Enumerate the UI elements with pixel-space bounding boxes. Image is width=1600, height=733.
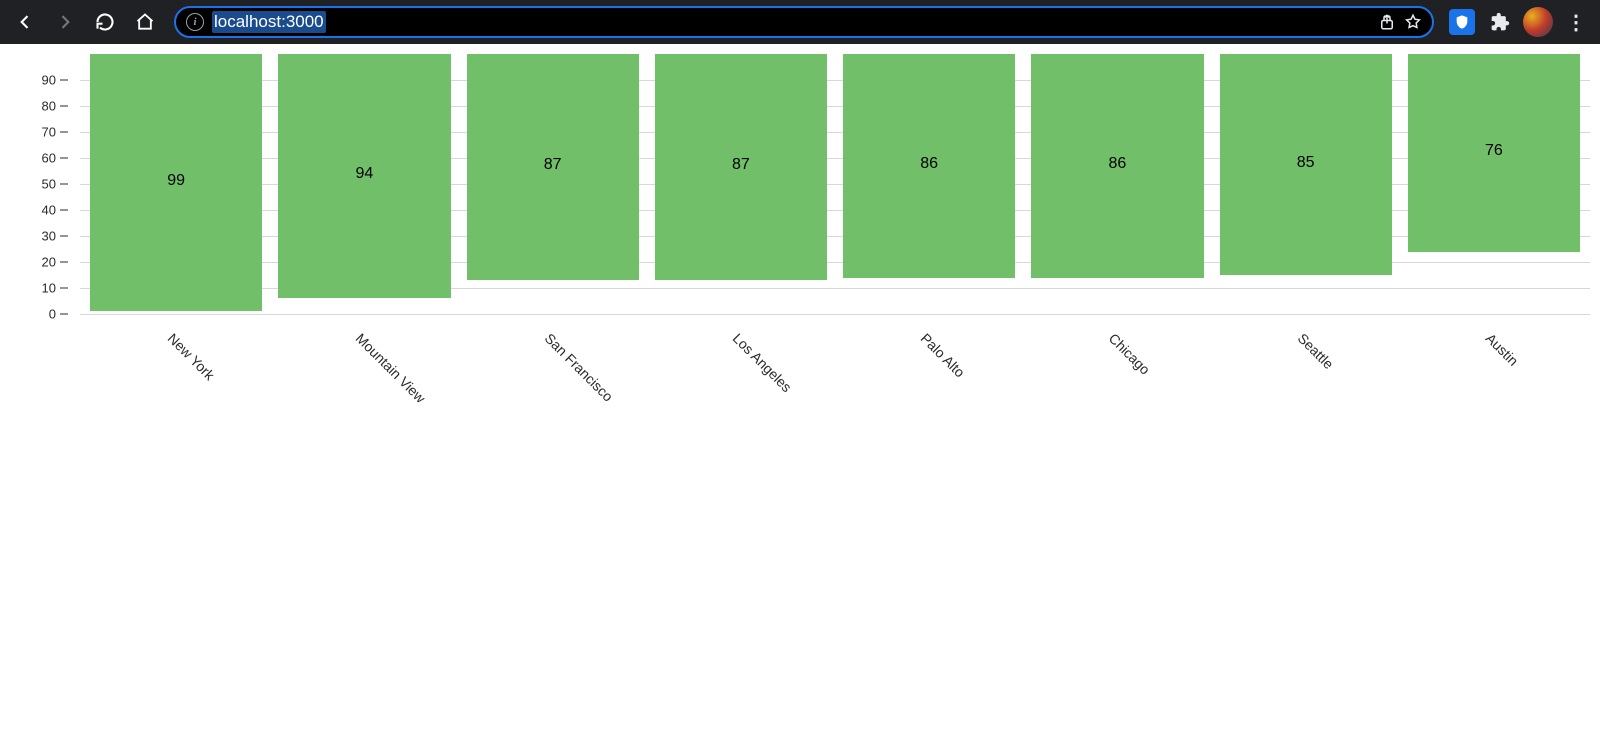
y-tick-label: 90 [42, 73, 56, 88]
bars-container: 99 94 87 87 86 86 85 76 [80, 54, 1590, 314]
x-label-column: Austin [1408, 324, 1580, 424]
extensions-puzzle-icon[interactable] [1484, 6, 1516, 38]
x-label-column: Seattle [1220, 324, 1392, 424]
y-tick-label: 80 [42, 99, 56, 114]
share-icon[interactable] [1378, 13, 1396, 31]
y-tick-label: 40 [42, 203, 56, 218]
y-axis-ticks: 0102030405060708090 [0, 54, 72, 314]
bookmark-star-icon[interactable] [1404, 13, 1422, 31]
site-info-icon[interactable]: i [186, 13, 204, 31]
bar-value-label: 76 [1485, 142, 1503, 160]
bar-value-label: 85 [1297, 154, 1315, 172]
bar-chart: 0 10 20 30 40 50 60 70 80 90 99 94 87 87 86 86 85 76 New… [0, 44, 1600, 404]
x-tick-label: San Francisco [541, 330, 616, 405]
bar-column: 87 [655, 54, 827, 314]
reload-button[interactable] [88, 5, 122, 39]
bar[interactable]: 94 [278, 54, 450, 298]
bar[interactable]: 87 [655, 54, 827, 280]
x-tick-label: Austin [1483, 330, 1522, 369]
y-tick-label: 50 [42, 177, 56, 192]
x-tick-label: New York [165, 330, 218, 383]
x-tick-label: Chicago [1106, 330, 1154, 378]
y-tick-label: 10 [42, 281, 56, 296]
y-tick-label: 30 [42, 229, 56, 244]
gridline [80, 314, 1590, 315]
bar[interactable]: 99 [90, 54, 262, 311]
x-tick-label: Seattle [1294, 330, 1336, 372]
bar[interactable]: 87 [467, 54, 639, 280]
bar[interactable]: 85 [1220, 54, 1392, 275]
y-tick-label: 60 [42, 151, 56, 166]
bar-value-label: 86 [1108, 155, 1126, 173]
profile-avatar[interactable] [1522, 6, 1554, 38]
bar-value-label: 87 [732, 156, 750, 174]
x-tick-label: Mountain View [353, 330, 429, 406]
chart-plot-area: 99 94 87 87 86 86 85 76 [80, 54, 1590, 314]
y-tick-label: 20 [42, 255, 56, 270]
x-label-column: New York [90, 324, 262, 424]
url-text: localhost:3000 [212, 11, 326, 33]
bar[interactable]: 86 [843, 54, 1015, 278]
back-button[interactable] [8, 5, 42, 39]
overflow-menu-icon[interactable]: ⋮ [1560, 6, 1592, 38]
address-bar[interactable]: i localhost:3000 [174, 6, 1434, 38]
browser-toolbar: i localhost:3000 ⋮ [0, 0, 1600, 44]
x-tick-label: Palo Alto [918, 330, 968, 380]
extension-shield-icon[interactable] [1446, 6, 1478, 38]
x-label-column: San Francisco [467, 324, 639, 424]
x-label-column: Palo Alto [843, 324, 1015, 424]
bar-value-label: 86 [920, 155, 938, 173]
bar[interactable]: 86 [1031, 54, 1203, 278]
y-tick-label: 0 [49, 307, 56, 322]
forward-button[interactable] [48, 5, 82, 39]
x-label-column: Los Angeles [655, 324, 827, 424]
home-button[interactable] [128, 5, 162, 39]
bar-column: 85 [1220, 54, 1392, 314]
x-label-column: Chicago [1031, 324, 1203, 424]
x-tick-label: Los Angeles [730, 330, 795, 395]
y-tick-label: 70 [42, 125, 56, 140]
bar-column: 76 [1408, 54, 1580, 314]
bar-column: 94 [278, 54, 450, 314]
bar-column: 86 [843, 54, 1015, 314]
bar-column: 87 [467, 54, 639, 314]
bar-value-label: 87 [544, 156, 562, 174]
x-axis-labels: New York Mountain View San Francisco Los An… [80, 324, 1590, 424]
bar-column: 86 [1031, 54, 1203, 314]
bar-value-label: 99 [167, 172, 185, 190]
bar-value-label: 94 [355, 165, 373, 183]
x-label-column: Mountain View [278, 324, 450, 424]
bar[interactable]: 76 [1408, 54, 1580, 252]
bar-column: 99 [90, 54, 262, 314]
